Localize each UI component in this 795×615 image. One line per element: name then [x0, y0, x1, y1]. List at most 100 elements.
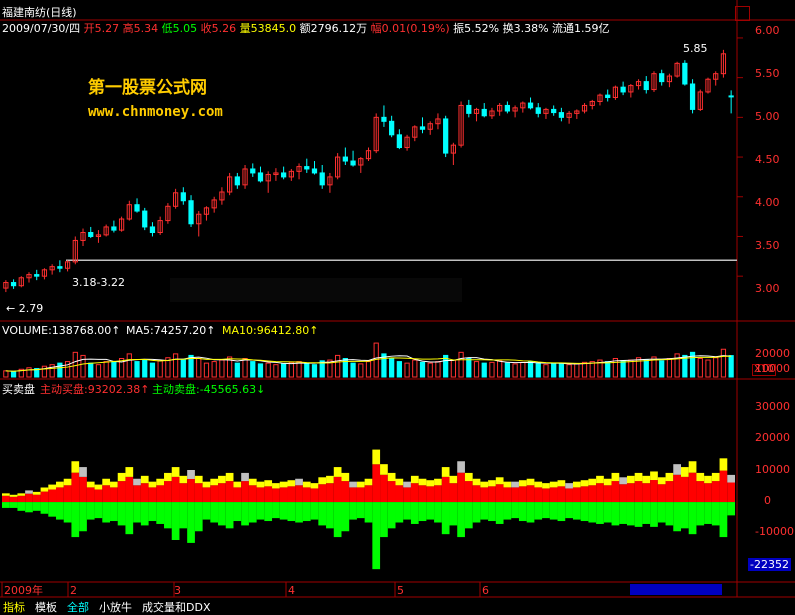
sell-bar: [333, 502, 342, 538]
buy-top-bar: [179, 475, 188, 484]
volume-bar: [72, 351, 78, 378]
buy-bar: [441, 476, 450, 503]
sell-bar: [449, 502, 458, 526]
buy-top-bar: [171, 467, 180, 477]
min-price-label: ← 2.79: [6, 302, 44, 315]
price-tick: 4.00: [755, 196, 780, 209]
buy-top-bar: [588, 478, 597, 486]
buy-top-bar: [449, 475, 458, 484]
volume-bar: [628, 359, 634, 378]
buy-top-bar: [665, 472, 674, 482]
buy-top-bar: [488, 480, 496, 487]
volume-bar: [481, 362, 487, 378]
volume-ma5: MA5:74257.20↑: [126, 324, 216, 337]
sell-bar: [650, 502, 658, 527]
buy-bar: [364, 485, 373, 503]
volume-bar: [697, 358, 703, 378]
buy-bar: [596, 483, 604, 503]
buy-top-bar: [333, 467, 342, 477]
sell-bar: [418, 502, 427, 522]
buy-bar: [2, 495, 10, 503]
buy-top-bar: [719, 458, 728, 471]
buy-top-bar: [472, 478, 481, 486]
sell-bar: [657, 502, 666, 523]
sell-bar: [110, 502, 118, 522]
window-control-box[interactable]: [735, 6, 750, 21]
sell-bar: [225, 502, 234, 529]
sell-bar: [2, 502, 10, 508]
candle-body: [535, 107, 541, 114]
buy-top-bar: [148, 481, 157, 488]
volume-tick: 20000: [755, 347, 790, 360]
buy-top-bar: [603, 478, 612, 486]
sell-bar: [94, 502, 103, 519]
flow-buy: 主动买盘:93202.38↑: [40, 383, 150, 396]
buy-top-bar: [403, 481, 411, 488]
buy-bar: [696, 481, 705, 503]
buy-bar: [704, 483, 712, 503]
x-label-mar: 3: [174, 584, 181, 597]
sell-bar: [534, 502, 543, 520]
buy-top-bar: [418, 478, 427, 486]
buy-bar: [511, 487, 519, 503]
buy-top-bar: [626, 475, 635, 484]
buy-bar: [665, 481, 674, 503]
buy-bar: [248, 485, 257, 503]
price-tick: 3.00: [755, 282, 780, 295]
buy-bar: [117, 481, 126, 503]
tab-template[interactable]: 模板: [32, 599, 60, 615]
scroll-indicator[interactable]: [630, 584, 722, 595]
buy-bar: [372, 464, 381, 503]
buy-bar: [565, 488, 573, 503]
sell-bar: [318, 502, 327, 526]
buy-top-bar: [611, 472, 620, 482]
sell-bar: [688, 502, 697, 535]
buy-bar: [657, 484, 666, 503]
buy-bar: [557, 486, 566, 503]
candle-body: [142, 210, 148, 228]
volume-bar: [473, 361, 480, 378]
buy-bar: [387, 481, 396, 503]
volume-bar: [605, 361, 611, 378]
candle-body: [188, 200, 194, 225]
buy-top-bar: [241, 472, 249, 482]
buy-bar: [148, 487, 157, 503]
buy-bar: [187, 478, 195, 503]
sell-bar: [341, 502, 350, 532]
tab-volume-ddx[interactable]: 成交量和DDX: [139, 599, 213, 615]
buy-top-bar: [634, 472, 643, 482]
range-label: 3.18-3.22: [72, 276, 125, 289]
sell-bar: [680, 502, 689, 529]
flow-tick: 0: [764, 494, 771, 507]
candle-body: [319, 172, 325, 186]
candle-body: [527, 102, 534, 109]
tab-all[interactable]: 全部: [64, 599, 92, 615]
buy-bar: [457, 472, 465, 503]
tab-indicator[interactable]: 指标: [0, 599, 28, 615]
volume-bar: [211, 361, 217, 378]
buy-top-bar: [318, 477, 327, 485]
volume-bar: [103, 361, 109, 378]
tab-xiaofangniu[interactable]: 小放牛: [96, 599, 135, 615]
sell-bar: [719, 502, 728, 538]
candle-body: [250, 168, 256, 174]
sell-bar: [40, 502, 49, 514]
buy-top-bar: [349, 481, 357, 488]
buy-top-bar: [441, 467, 450, 477]
buy-top-bar: [580, 480, 589, 487]
buy-top-bar: [673, 464, 681, 475]
volume-bar: [358, 363, 364, 378]
x-label-year: 2009年: [4, 584, 43, 597]
volume-bar: [535, 362, 541, 378]
buy-top-bar: [79, 467, 87, 477]
buy-top-bar: [711, 472, 720, 482]
volume-bar: [713, 357, 719, 378]
candle-body: [728, 95, 734, 98]
volume-bar: [450, 359, 456, 378]
buy-top-bar: [596, 475, 604, 484]
buy-top-bar: [341, 472, 350, 482]
buy-bar: [225, 481, 234, 503]
turnover-value: 换3.38%: [502, 22, 549, 35]
sell-bar: [140, 502, 149, 526]
buy-top-bar: [680, 467, 689, 477]
